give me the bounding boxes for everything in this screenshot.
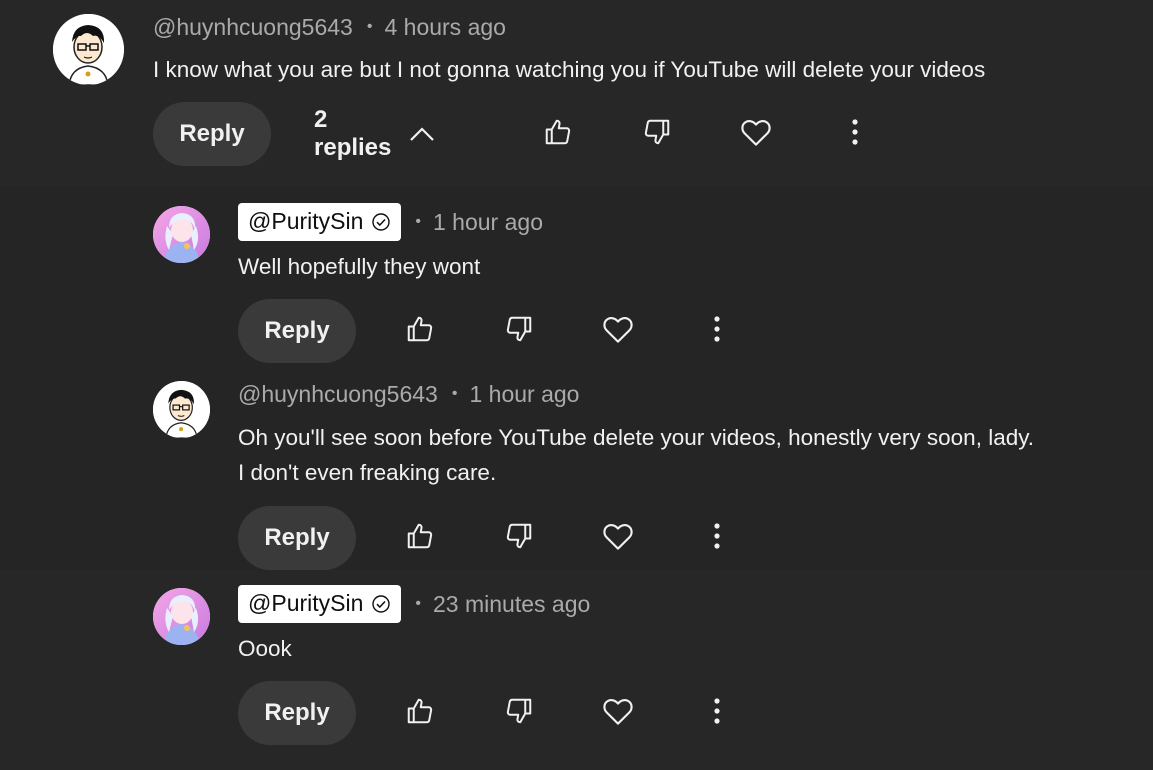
more-actions-button[interactable] [697, 311, 737, 351]
more-vert-icon [713, 697, 721, 729]
separator-dot: • [415, 595, 421, 612]
like-button[interactable] [400, 518, 440, 558]
comment-line: Oh you'll see soon before YouTube delete… [238, 425, 1035, 450]
timestamp[interactable]: 4 hours ago [384, 14, 505, 41]
comment-meta: @huynhcuong5643 • 1 hour ago [238, 379, 579, 409]
comment-meta: @huynhcuong5643 • 4 hours ago [153, 12, 506, 42]
timestamp[interactable]: 1 hour ago [469, 381, 579, 408]
author-name[interactable]: @huynhcuong5643 [153, 14, 353, 41]
more-vert-icon [713, 315, 721, 347]
author-name: @PuritySin [248, 208, 364, 234]
avatar[interactable] [153, 206, 210, 263]
avatar[interactable] [153, 381, 210, 438]
heart-button[interactable] [598, 693, 638, 733]
heart-icon [602, 521, 634, 556]
heart-button[interactable] [736, 114, 776, 154]
more-actions-button[interactable] [697, 693, 737, 733]
more-actions-button[interactable] [835, 114, 875, 154]
replies-count: 2 replies [314, 106, 392, 161]
thumbs-up-icon [405, 314, 435, 349]
timestamp[interactable]: 23 minutes ago [433, 591, 590, 618]
reply-button[interactable]: Reply [238, 299, 356, 363]
comment-text: Oook [238, 631, 292, 666]
like-button[interactable] [400, 311, 440, 351]
avatar[interactable] [53, 14, 124, 85]
replies-toggle[interactable]: 2 replies [314, 106, 435, 161]
comment-line: I don't even freaking care. [238, 460, 497, 485]
reply-button[interactable]: Reply [238, 506, 356, 570]
reply-button[interactable]: Reply [238, 681, 356, 745]
comment-meta: @PuritySin • 23 minutes ago [238, 584, 590, 624]
heart-button[interactable] [598, 518, 638, 558]
dislike-button[interactable] [499, 518, 539, 558]
verified-check-icon [371, 212, 391, 232]
author-name: @PuritySin [248, 590, 364, 616]
thumbs-up-icon [405, 696, 435, 731]
comment-line: Oook [238, 636, 292, 661]
verified-check-icon [371, 594, 391, 614]
thumbs-down-icon [504, 314, 534, 349]
comment-meta: @PuritySin • 1 hour ago [238, 202, 543, 242]
comment-text: I know what you are but I not gonna watc… [153, 52, 985, 87]
creator-author-chip[interactable]: @PuritySin [238, 585, 402, 623]
separator-dot: • [451, 385, 458, 402]
more-actions-button[interactable] [697, 518, 737, 558]
dislike-button[interactable] [637, 114, 677, 154]
comment-line: Well hopefully they wont [238, 254, 481, 279]
heart-icon [602, 696, 634, 731]
like-button[interactable] [400, 693, 440, 733]
reply-button[interactable]: Reply [153, 102, 271, 166]
author-name[interactable]: @huynhcuong5643 [238, 381, 438, 408]
creator-author-chip[interactable]: @PuritySin [238, 203, 402, 241]
timestamp[interactable]: 1 hour ago [433, 209, 543, 236]
thumbs-down-icon [504, 521, 534, 556]
separator-dot: • [415, 213, 421, 230]
heart-icon [602, 314, 634, 349]
comment-text: Well hopefully they wont [238, 249, 480, 284]
comment-text: Oh you'll see soon before YouTube delete… [238, 420, 1034, 490]
dislike-button[interactable] [499, 693, 539, 733]
more-vert-icon [713, 522, 721, 554]
heart-button[interactable] [598, 311, 638, 351]
thumbs-down-icon [504, 696, 534, 731]
avatar[interactable] [153, 588, 210, 645]
dislike-button[interactable] [499, 311, 539, 351]
like-button[interactable] [538, 114, 578, 154]
separator-dot: • [366, 18, 373, 35]
thumbs-down-icon [642, 117, 672, 152]
heart-icon [740, 117, 772, 152]
more-vert-icon [851, 118, 859, 150]
thumbs-up-icon [543, 117, 573, 152]
thumbs-up-icon [405, 521, 435, 556]
chevron-up-icon [409, 126, 435, 142]
comment-line: I know what you are but I not gonna watc… [153, 57, 986, 82]
